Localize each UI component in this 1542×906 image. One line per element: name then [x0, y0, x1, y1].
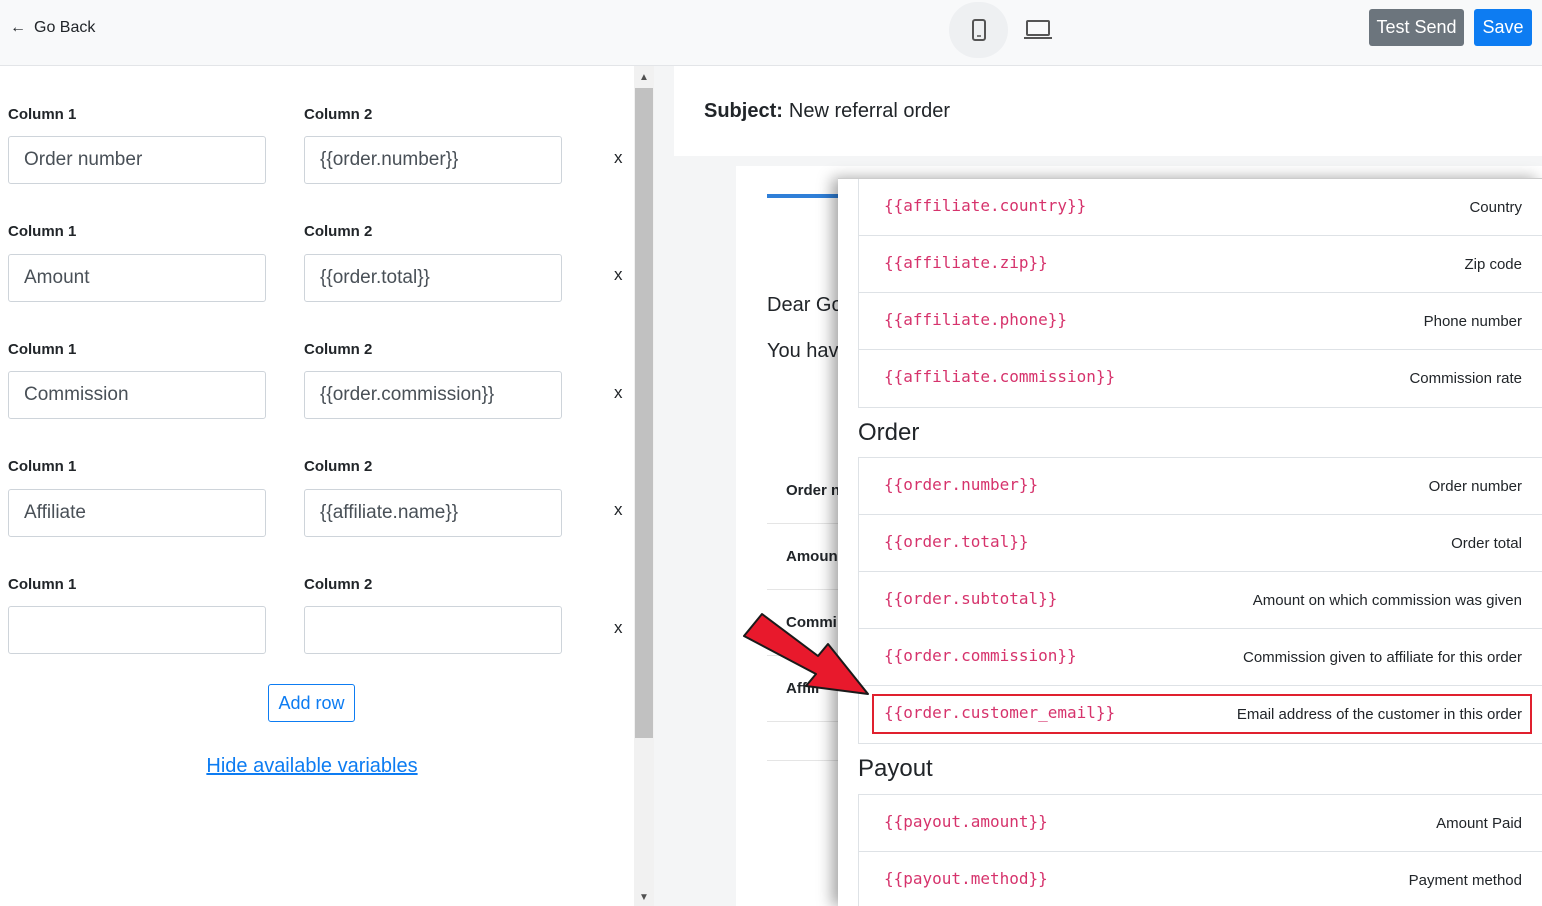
go-back-link[interactable]: ← Go Back [10, 19, 95, 37]
editor-row: Column 1 Column 2 Order number {{order.n… [0, 104, 634, 214]
variable-description: Commission rate [1409, 370, 1522, 387]
laptop-icon [1023, 20, 1052, 39]
variable-description: Commission given to affiliate for this o… [1242, 649, 1522, 666]
save-button[interactable]: Save [1474, 9, 1532, 46]
variable-item[interactable]: {{payout.amount}} Amount Paid [859, 795, 1542, 852]
email-header-line [767, 194, 847, 198]
remove-row-button[interactable]: x [614, 618, 623, 638]
variable-code: {{payout.method}} [884, 869, 1048, 888]
column-2-label: Column 2 [304, 106, 373, 123]
variable-code: {{order.number}} [884, 475, 1039, 494]
variable-description: Amount on which commission was given [1252, 592, 1522, 609]
column-2-label: Column 2 [304, 576, 373, 593]
variable-item[interactable]: {{order.total}} Order total [859, 515, 1542, 572]
available-variables-panel: {{affiliate.country}} Country {{affiliat… [838, 178, 1542, 906]
go-back-label: Go Back [34, 19, 96, 36]
editor-scrollbar[interactable]: ▲ ▼ [634, 66, 654, 906]
column-2-input[interactable]: {{affiliate.name}} [304, 489, 562, 537]
email-table-cell: Order n [786, 482, 841, 499]
payout-variables-list: {{payout.amount}} Amount Paid {{payout.m… [858, 794, 1542, 906]
variable-item[interactable]: {{affiliate.zip}} Zip code [859, 236, 1542, 293]
editor-row: Column 1 Column 2 x [0, 574, 634, 684]
hide-variables-link[interactable]: Hide available variables [0, 755, 624, 778]
editor-row: Column 1 Column 2 Amount {{order.total}}… [0, 221, 634, 331]
scroll-thumb[interactable] [635, 88, 653, 738]
column-1-label: Column 1 [8, 223, 77, 240]
variable-description: Country [1469, 199, 1522, 216]
variable-item[interactable]: {{affiliate.phone}} Phone number [859, 293, 1542, 350]
editor-row: Column 1 Column 2 Affiliate {{affiliate.… [0, 456, 634, 566]
column-1-label: Column 1 [8, 576, 77, 593]
variable-description: Order number [1428, 478, 1522, 495]
variable-description: Zip code [1464, 256, 1522, 273]
variable-description: Order total [1451, 535, 1522, 552]
column-1-input[interactable]: Affiliate [8, 489, 266, 537]
variable-code: {{affiliate.commission}} [884, 367, 1116, 386]
red-arrow-icon [743, 613, 869, 695]
highlight-box [872, 694, 1532, 734]
desktop-view-button[interactable] [1008, 2, 1067, 58]
payout-section-title: Payout [858, 755, 933, 782]
top-toolbar: ← Go Back Test Send Save [0, 0, 1542, 66]
remove-row-button[interactable]: x [614, 383, 623, 403]
remove-row-button[interactable]: x [614, 148, 623, 168]
variable-item[interactable]: {{order.number}} Order number [859, 458, 1542, 515]
table-rows-editor: Column 1 Column 2 Order number {{order.n… [0, 66, 634, 906]
column-1-label: Column 1 [8, 106, 77, 123]
column-1-label: Column 1 [8, 458, 77, 475]
variable-code: {{affiliate.country}} [884, 196, 1087, 215]
variable-code: {{affiliate.zip}} [884, 253, 1048, 272]
email-greeting: Dear Go [767, 294, 843, 316]
scroll-up-icon[interactable]: ▲ [634, 68, 654, 86]
column-2-input[interactable]: {{order.total}} [304, 254, 562, 302]
variable-description: Phone number [1423, 313, 1522, 330]
variable-code: {{payout.amount}} [884, 812, 1048, 831]
variable-description: Payment method [1408, 872, 1522, 889]
column-1-input[interactable]: Commission [8, 371, 266, 419]
remove-row-button[interactable]: x [614, 500, 623, 520]
mobile-view-button[interactable] [949, 2, 1008, 58]
column-1-input[interactable]: Order number [8, 136, 266, 184]
variable-item[interactable]: {{order.subtotal}} Amount on which commi… [859, 572, 1542, 629]
variable-item[interactable]: {{order.commission}} Commission given to… [859, 629, 1542, 686]
column-2-input[interactable]: {{order.number}} [304, 136, 562, 184]
email-table-cell: Amoun [786, 548, 838, 565]
column-2-label: Column 2 [304, 458, 373, 475]
arrow-left-icon: ← [10, 19, 26, 36]
add-row-button[interactable]: Add row [268, 684, 355, 722]
remove-row-button[interactable]: x [614, 265, 623, 285]
mobile-phone-icon [971, 19, 986, 41]
subject-value: New referral order [788, 99, 951, 122]
variable-item[interactable]: {{affiliate.commission}} Commission rate [859, 350, 1542, 407]
column-1-input[interactable] [8, 606, 266, 654]
variable-code: {{order.subtotal}} [884, 589, 1058, 608]
affiliate-variables-list: {{affiliate.country}} Country {{affiliat… [858, 179, 1542, 408]
column-2-label: Column 2 [304, 223, 373, 240]
variable-item[interactable]: {{affiliate.country}} Country [859, 179, 1542, 236]
variable-item[interactable]: {{payout.method}} Payment method [859, 852, 1542, 906]
variable-code: {{order.commission}} [884, 646, 1077, 665]
column-1-input[interactable]: Amount [8, 254, 266, 302]
test-send-button[interactable]: Test Send [1369, 9, 1464, 46]
subject-label: Subject: [704, 99, 783, 122]
column-2-input[interactable]: {{order.commission}} [304, 371, 562, 419]
variable-code: {{affiliate.phone}} [884, 310, 1068, 329]
column-2-input[interactable] [304, 606, 562, 654]
editor-row: Column 1 Column 2 Commission {{order.com… [0, 339, 634, 449]
scroll-down-icon[interactable]: ▼ [634, 888, 654, 906]
variable-description: Amount Paid [1436, 815, 1522, 832]
column-1-label: Column 1 [8, 341, 77, 358]
device-toggle [949, 2, 1067, 58]
variable-code: {{order.total}} [884, 532, 1029, 551]
order-section-title: Order [858, 419, 920, 446]
subject-line: Subject: New referral order [674, 66, 1542, 156]
email-intro: You hav [767, 340, 839, 362]
column-2-label: Column 2 [304, 341, 373, 358]
